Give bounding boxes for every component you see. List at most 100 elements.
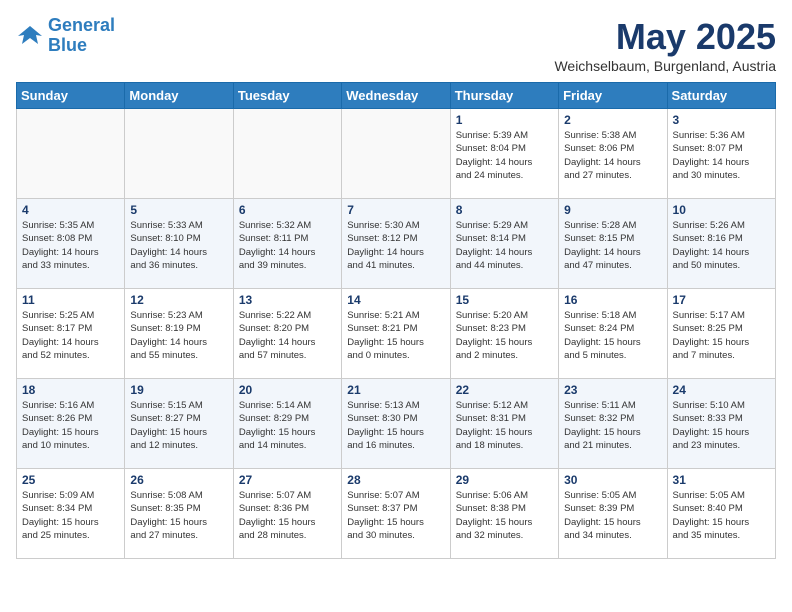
day-info: Sunrise: 5:23 AM Sunset: 8:19 PM Dayligh… <box>130 309 227 362</box>
day-cell-24: 21Sunrise: 5:13 AM Sunset: 8:30 PM Dayli… <box>342 379 450 469</box>
header-monday: Monday <box>125 83 233 109</box>
day-info: Sunrise: 5:28 AM Sunset: 8:15 PM Dayligh… <box>564 219 661 272</box>
day-cell-15: 12 Sunrise: 5:23 AM Sunset: 8:19 PM Dayli… <box>125 289 233 379</box>
day-number: 22 <box>456 383 553 397</box>
day-cell-3 <box>342 109 450 199</box>
day-number: 31 <box>673 473 770 487</box>
day-info: Sunrise: 5:29 AM Sunset: 8:14 PM Dayligh… <box>456 219 553 272</box>
day-info: Sunrise: 5:26 AM Sunset: 8:16 PM Dayligh… <box>673 219 770 272</box>
day-cell-11: 8 Sunrise: 5:29 AM Sunset: 8:14 PM Daylig… <box>450 199 558 289</box>
week-row-5: 25Sunrise: 5:09 AM Sunset: 8:34 PM Dayli… <box>17 469 776 559</box>
week-row-4: 18Sunrise: 5:16 AM Sunset: 8:26 PM Dayli… <box>17 379 776 469</box>
day-number: 15 <box>456 293 553 307</box>
day-cell-26: 23 Sunrise: 5:11 AM Sunset: 8:32 PM Dayli… <box>559 379 667 469</box>
day-info: Sunrise: 5:10 AM Sunset: 8:33 PM Dayligh… <box>673 399 770 452</box>
day-number: 16 <box>564 293 661 307</box>
day-cell-21: 18Sunrise: 5:16 AM Sunset: 8:26 PM Dayli… <box>17 379 125 469</box>
day-info: Sunrise: 5:12 AM Sunset: 8:31 PM Dayligh… <box>456 399 553 452</box>
day-number: 5 <box>130 203 227 217</box>
day-number: 21 <box>347 383 444 397</box>
day-number: 2 <box>564 113 661 127</box>
week-row-1: 1 Sunrise: 5:39 AM Sunset: 8:04 PM Daylig… <box>17 109 776 199</box>
day-cell-6: 3 Sunrise: 5:36 AM Sunset: 8:07 PM Daylig… <box>667 109 775 199</box>
header-friday: Friday <box>559 83 667 109</box>
day-number: 30 <box>564 473 661 487</box>
day-cell-34: 31 Sunrise: 5:05 AM Sunset: 8:40 PM Dayli… <box>667 469 775 559</box>
logo: GeneralBlue <box>16 16 115 56</box>
day-info: Sunrise: 5:05 AM Sunset: 8:39 PM Dayligh… <box>564 489 661 542</box>
day-cell-13: 10 Sunrise: 5:26 AM Sunset: 8:16 PM Dayli… <box>667 199 775 289</box>
day-cell-19: 16 Sunrise: 5:18 AM Sunset: 8:24 PM Dayli… <box>559 289 667 379</box>
day-info: Sunrise: 5:07 AM Sunset: 8:37 PM Dayligh… <box>347 489 444 542</box>
day-cell-12: 9Sunrise: 5:28 AM Sunset: 8:15 PM Daylig… <box>559 199 667 289</box>
day-info: Sunrise: 5:30 AM Sunset: 8:12 PM Dayligh… <box>347 219 444 272</box>
day-number: 23 <box>564 383 661 397</box>
day-number: 14 <box>347 293 444 307</box>
day-cell-25: 22 Sunrise: 5:12 AM Sunset: 8:31 PM Dayli… <box>450 379 558 469</box>
day-info: Sunrise: 5:35 AM Sunset: 8:08 PM Dayligh… <box>22 219 119 272</box>
day-number: 28 <box>347 473 444 487</box>
header-sunday: Sunday <box>17 83 125 109</box>
day-number: 17 <box>673 293 770 307</box>
day-cell-5: 2 Sunrise: 5:38 AM Sunset: 8:06 PM Daylig… <box>559 109 667 199</box>
day-info: Sunrise: 5:39 AM Sunset: 8:04 PM Dayligh… <box>456 129 553 182</box>
day-number: 26 <box>130 473 227 487</box>
logo-text: GeneralBlue <box>48 16 115 56</box>
day-cell-20: 17 Sunrise: 5:17 AM Sunset: 8:25 PM Dayli… <box>667 289 775 379</box>
day-cell-1 <box>125 109 233 199</box>
day-info: Sunrise: 5:09 AM Sunset: 8:34 PM Dayligh… <box>22 489 119 542</box>
day-cell-23: 20 Sunrise: 5:14 AM Sunset: 8:29 PM Dayli… <box>233 379 341 469</box>
subtitle: Weichselbaum, Burgenland, Austria <box>554 58 776 74</box>
weekday-header-row: Sunday Monday Tuesday Wednesday Thursday… <box>17 83 776 109</box>
day-cell-7: 4 Sunrise: 5:35 AM Sunset: 8:08 PM Daylig… <box>17 199 125 289</box>
day-info: Sunrise: 5:06 AM Sunset: 8:38 PM Dayligh… <box>456 489 553 542</box>
day-info: Sunrise: 5:05 AM Sunset: 8:40 PM Dayligh… <box>673 489 770 542</box>
day-cell-32: 29 Sunrise: 5:06 AM Sunset: 8:38 PM Dayli… <box>450 469 558 559</box>
day-info: Sunrise: 5:25 AM Sunset: 8:17 PM Dayligh… <box>22 309 119 362</box>
day-cell-17: 14 Sunrise: 5:21 AM Sunset: 8:21 PM Dayli… <box>342 289 450 379</box>
day-number: 8 <box>456 203 553 217</box>
day-number: 13 <box>239 293 336 307</box>
header-tuesday: Tuesday <box>233 83 341 109</box>
day-info: Sunrise: 5:14 AM Sunset: 8:29 PM Dayligh… <box>239 399 336 452</box>
header-wednesday: Wednesday <box>342 83 450 109</box>
day-number: 24 <box>673 383 770 397</box>
calendar-table: Sunday Monday Tuesday Wednesday Thursday… <box>16 82 776 559</box>
day-cell-30: 27 Sunrise: 5:07 AM Sunset: 8:36 PM Dayli… <box>233 469 341 559</box>
day-cell-28: 25Sunrise: 5:09 AM Sunset: 8:34 PM Dayli… <box>17 469 125 559</box>
day-info: Sunrise: 5:15 AM Sunset: 8:27 PM Dayligh… <box>130 399 227 452</box>
day-info: Sunrise: 5:08 AM Sunset: 8:35 PM Dayligh… <box>130 489 227 542</box>
day-cell-14: 11 Sunrise: 5:25 AM Sunset: 8:17 PM Dayli… <box>17 289 125 379</box>
day-number: 3 <box>673 113 770 127</box>
day-cell-33: 30 Sunrise: 5:05 AM Sunset: 8:39 PM Dayli… <box>559 469 667 559</box>
day-number: 4 <box>22 203 119 217</box>
day-info: Sunrise: 5:38 AM Sunset: 8:06 PM Dayligh… <box>564 129 661 182</box>
day-info: Sunrise: 5:18 AM Sunset: 8:24 PM Dayligh… <box>564 309 661 362</box>
day-number: 7 <box>347 203 444 217</box>
day-number: 18 <box>22 383 119 397</box>
logo-icon <box>16 22 44 50</box>
day-cell-4: 1 Sunrise: 5:39 AM Sunset: 8:04 PM Daylig… <box>450 109 558 199</box>
week-row-2: 4 Sunrise: 5:35 AM Sunset: 8:08 PM Daylig… <box>17 199 776 289</box>
week-row-3: 11 Sunrise: 5:25 AM Sunset: 8:17 PM Dayli… <box>17 289 776 379</box>
day-info: Sunrise: 5:17 AM Sunset: 8:25 PM Dayligh… <box>673 309 770 362</box>
day-number: 12 <box>130 293 227 307</box>
day-number: 19 <box>130 383 227 397</box>
day-number: 27 <box>239 473 336 487</box>
day-info: Sunrise: 5:07 AM Sunset: 8:36 PM Dayligh… <box>239 489 336 542</box>
day-cell-0 <box>17 109 125 199</box>
month-title: May 2025 <box>554 16 776 58</box>
day-info: Sunrise: 5:21 AM Sunset: 8:21 PM Dayligh… <box>347 309 444 362</box>
day-info: Sunrise: 5:22 AM Sunset: 8:20 PM Dayligh… <box>239 309 336 362</box>
day-number: 10 <box>673 203 770 217</box>
day-info: Sunrise: 5:11 AM Sunset: 8:32 PM Dayligh… <box>564 399 661 452</box>
day-info: Sunrise: 5:20 AM Sunset: 8:23 PM Dayligh… <box>456 309 553 362</box>
day-number: 6 <box>239 203 336 217</box>
day-info: Sunrise: 5:36 AM Sunset: 8:07 PM Dayligh… <box>673 129 770 182</box>
day-number: 20 <box>239 383 336 397</box>
day-number: 1 <box>456 113 553 127</box>
day-number: 11 <box>22 293 119 307</box>
title-block: May 2025 Weichselbaum, Burgenland, Austr… <box>554 16 776 74</box>
header-saturday: Saturday <box>667 83 775 109</box>
day-number: 29 <box>456 473 553 487</box>
